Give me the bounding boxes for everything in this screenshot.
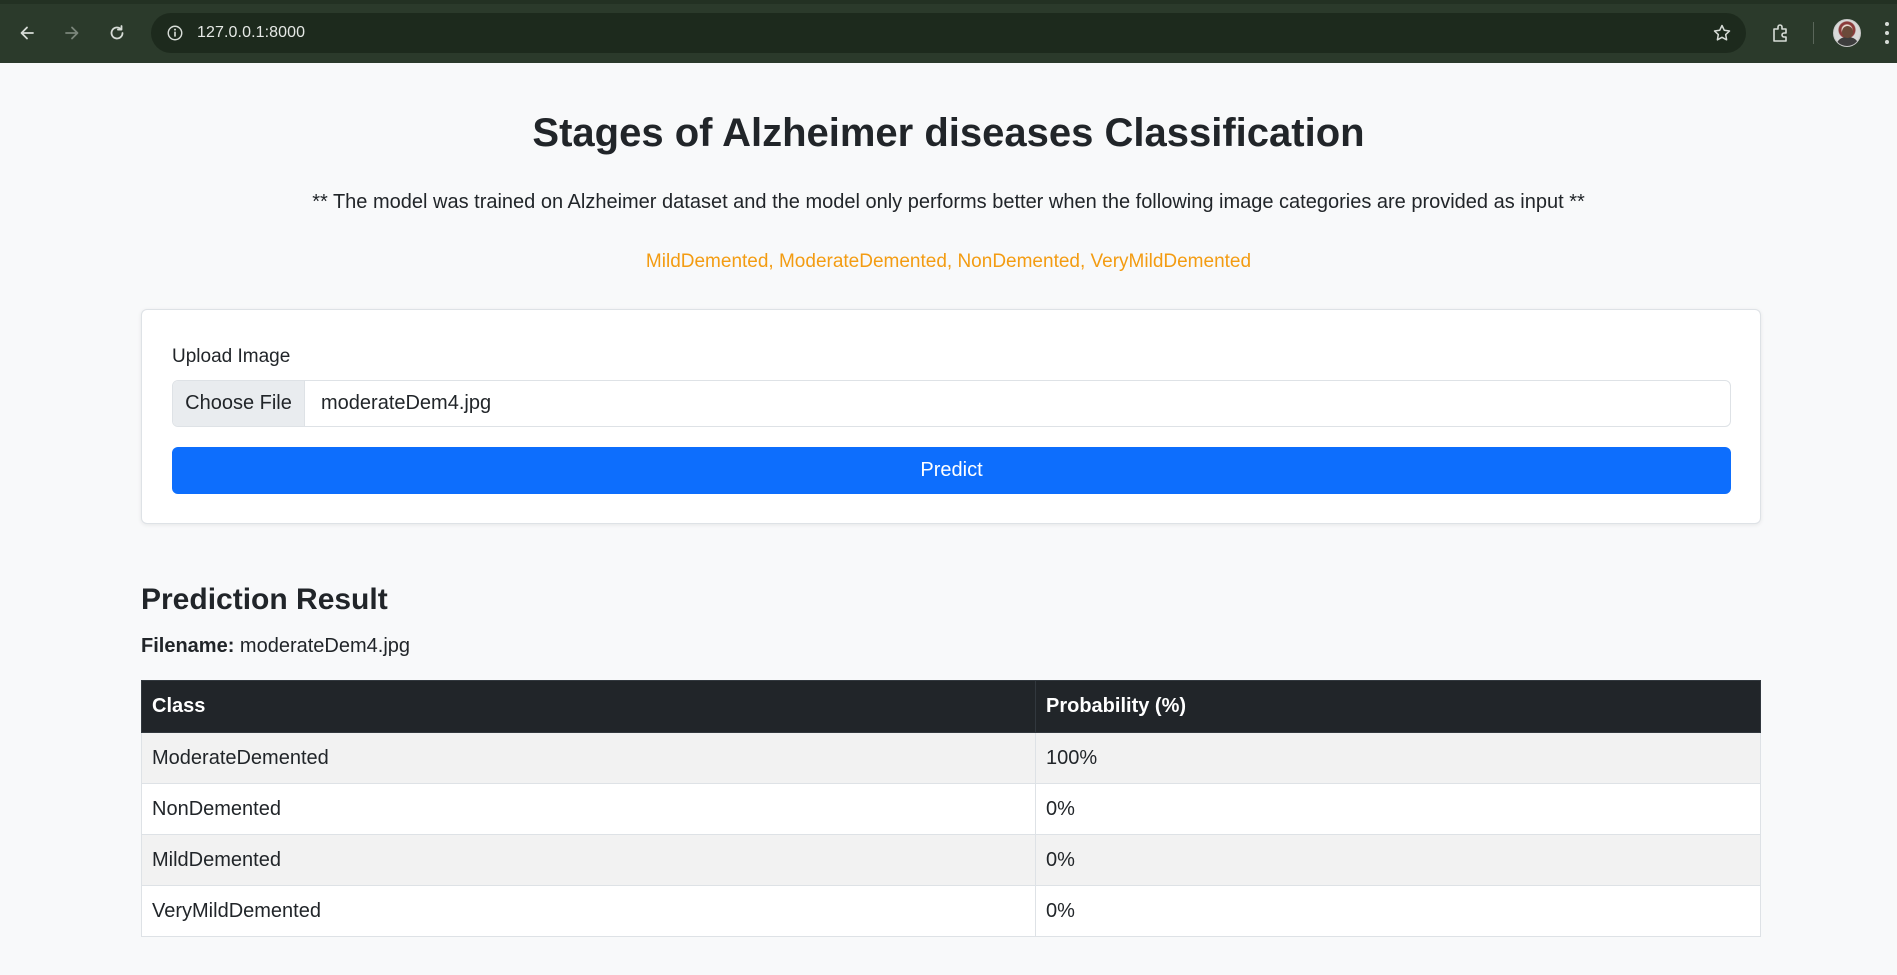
probability-cell: 0% — [1035, 834, 1761, 886]
supported-categories: MildDemented, ModerateDemented, NonDemen… — [645, 251, 1252, 272]
reload-button[interactable] — [100, 16, 134, 50]
table-row: MildDemented 0% — [141, 834, 1761, 886]
table-row: VeryMildDemented 0% — [141, 885, 1761, 937]
toolbar-divider — [1813, 22, 1814, 44]
predict-button[interactable]: Predict — [172, 447, 1731, 494]
filename-label: Filename: — [141, 635, 235, 657]
column-header-probability: Probability (%) — [1035, 680, 1761, 733]
model-note: ** The model was trained on Alzheimer da… — [312, 191, 1585, 213]
result-filename: Filename: moderateDem4.jpg — [141, 635, 410, 658]
forward-arrow-icon — [65, 26, 79, 40]
probability-cell: 0% — [1035, 783, 1761, 835]
upload-image-label: Upload Image — [172, 346, 291, 367]
class-cell: VeryMildDemented — [141, 885, 1036, 937]
table-row: NonDemented 0% — [141, 783, 1761, 835]
page-body: Stages of Alzheimer diseases Classificat… — [0, 63, 1897, 975]
back-button[interactable] — [10, 16, 44, 50]
choose-file-button[interactable]: Choose File — [173, 381, 305, 426]
tab-strip — [0, 0, 1897, 4]
file-input[interactable]: Choose File moderateDem4.jpg — [172, 380, 1731, 427]
class-cell: ModerateDemented — [141, 732, 1036, 784]
column-header-class: Class — [141, 680, 1036, 733]
browser-menu-icon[interactable] — [1884, 22, 1890, 44]
prediction-table: Class Probability (%) ModerateDemented 1… — [141, 680, 1761, 937]
table-row: ModerateDemented 100% — [141, 732, 1761, 784]
bookmark-star-icon[interactable] — [1712, 23, 1732, 43]
table-header-row: Class Probability (%) — [141, 680, 1761, 733]
class-cell: NonDemented — [141, 783, 1036, 835]
url-text[interactable]: 127.0.0.1:8000 — [197, 24, 305, 42]
filename-value: moderateDem4.jpg — [239, 635, 411, 657]
page-title: Stages of Alzheimer diseases Classificat… — [532, 111, 1365, 155]
profile-avatar[interactable] — [1833, 19, 1861, 47]
extensions-puzzle-icon[interactable] — [1766, 18, 1796, 48]
reload-icon — [110, 25, 124, 40]
class-cell: MildDemented — [141, 834, 1036, 886]
probability-cell: 100% — [1035, 732, 1761, 784]
address-bar[interactable]: 127.0.0.1:8000 — [151, 13, 1746, 53]
forward-button[interactable] — [55, 16, 89, 50]
back-arrow-icon — [20, 26, 34, 40]
site-info-icon[interactable] — [155, 13, 195, 53]
probability-cell: 0% — [1035, 885, 1761, 937]
browser-toolbar: 127.0.0.1:8000 — [0, 0, 1897, 63]
prediction-result-heading: Prediction Result — [141, 583, 388, 616]
selected-file-name: moderateDem4.jpg — [321, 392, 492, 414]
upload-card: Upload Image Choose File moderateDem4.jp… — [141, 309, 1761, 524]
